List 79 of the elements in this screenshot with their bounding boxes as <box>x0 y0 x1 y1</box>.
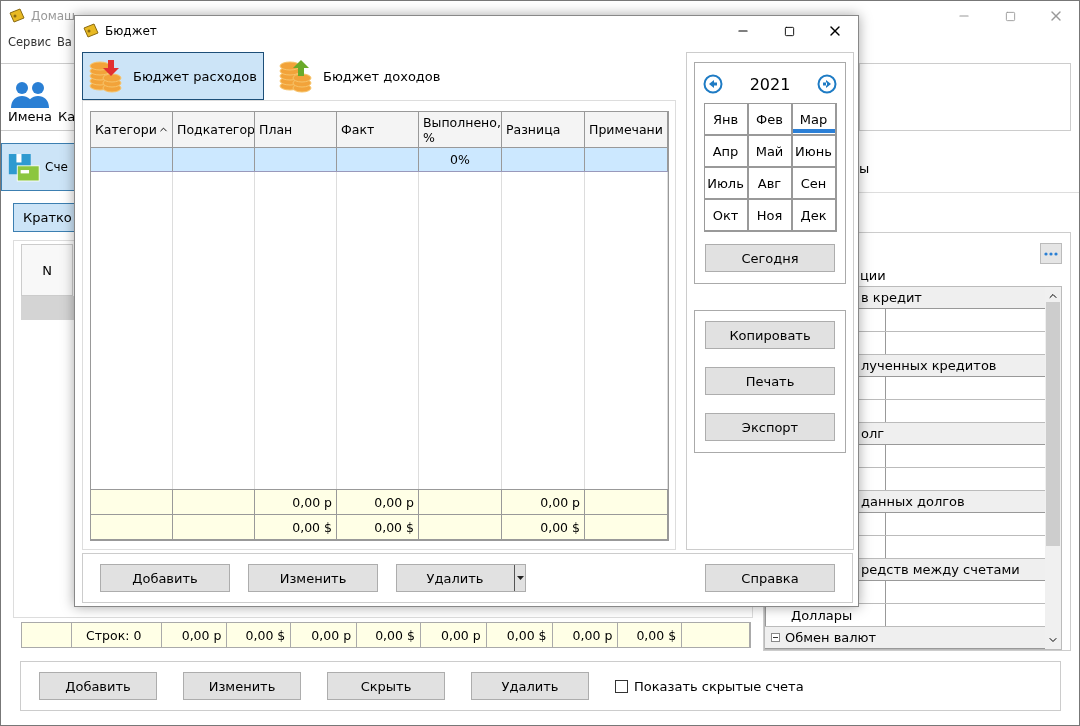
action-button[interactable]: Добавить <box>39 672 157 700</box>
caret-icon <box>516 576 524 580</box>
tree-group-label: данных долгов <box>861 494 965 509</box>
tree-group-label: Обмен валют <box>785 630 877 645</box>
today-button[interactable]: Сегодня <box>705 244 835 272</box>
dots-icon <box>1044 251 1058 256</box>
column-header[interactable]: Разница <box>502 112 585 147</box>
month-button[interactable]: Фев <box>748 104 793 136</box>
column-header[interactable]: Категори <box>91 112 173 147</box>
summary-cell: 0,00 $ <box>506 627 547 643</box>
month-button[interactable]: Июнь <box>792 136 837 168</box>
column-header[interactable]: Факт <box>337 112 419 147</box>
summary-cell: 0,00 р <box>181 627 222 643</box>
people-icon <box>11 81 49 109</box>
month-button[interactable]: Сен <box>792 168 837 200</box>
action-button[interactable]: Изменить <box>183 672 301 700</box>
total-cell: 0,00 р <box>374 494 414 510</box>
toolbar-label[interactable]: Имена <box>8 109 52 124</box>
month-button[interactable]: Май <box>748 136 793 168</box>
tree-group-label: в кредит <box>861 290 922 305</box>
year-label: 2021 <box>749 74 791 94</box>
total-cell: 0,00 р <box>292 494 332 510</box>
dialog-title: Бюджет <box>105 24 157 38</box>
menu-item[interactable]: Сервис <box>5 35 54 49</box>
month-button[interactable]: Мар <box>792 104 837 136</box>
collapse-icon[interactable] <box>771 633 780 642</box>
arrow-right-icon[interactable] <box>817 74 837 94</box>
table-cell: 0% <box>450 152 470 167</box>
month-button[interactable]: Авг <box>748 168 793 200</box>
app-icon <box>83 23 99 39</box>
menu-item[interactable]: Ва <box>54 35 75 49</box>
action-button[interactable]: Удалить <box>471 672 589 700</box>
budget-tab[interactable]: Бюджет расходов <box>82 52 264 100</box>
toolbar-label[interactable]: Ка <box>58 109 76 124</box>
more-button[interactable] <box>1040 243 1062 265</box>
arrow-left-icon[interactable] <box>703 74 723 94</box>
total-cell: 0,00 $ <box>374 519 414 535</box>
maximize-icon[interactable] <box>783 25 795 37</box>
month-button[interactable]: Апр <box>704 136 749 168</box>
show-hidden-checkbox[interactable]: Показать скрытые счета <box>615 678 804 694</box>
panel-label: ции <box>860 268 886 284</box>
summary-cell: 0,00 р <box>440 627 481 643</box>
total-cell: 0,00 $ <box>292 519 332 535</box>
column-header[interactable]: План <box>255 112 337 147</box>
tree-item-label: Доллары <box>791 607 853 623</box>
summary-cell: Строк: 0 <box>86 627 142 643</box>
column-header[interactable]: Выполнено, % <box>419 112 502 147</box>
action-button[interactable]: Изменить <box>248 564 378 592</box>
month-button[interactable]: Янв <box>704 104 749 136</box>
month-button[interactable]: Ноя <box>748 200 793 232</box>
tree-group-label: лученных кредитов <box>861 358 997 373</box>
month-button[interactable]: Окт <box>704 200 749 232</box>
month-button[interactable]: Июль <box>704 168 749 200</box>
action-button[interactable]: Добавить <box>100 564 230 592</box>
tree-group-label: редств между счетами <box>861 562 1020 577</box>
summary-cell: 0,00 р <box>572 627 613 643</box>
split-button[interactable]: Удалить <box>396 564 526 592</box>
scrollbar[interactable] <box>1045 287 1061 649</box>
total-cell: 0,00 р <box>540 494 580 510</box>
action-button[interactable]: Скрыть <box>327 672 445 700</box>
table-row[interactable]: 0% <box>91 148 668 172</box>
action-button[interactable]: Копировать <box>705 321 835 349</box>
summary-cell: 0,00 $ <box>245 627 286 643</box>
summary-cell: 0,00 р <box>311 627 352 643</box>
summary-cell: 0,00 $ <box>375 627 415 643</box>
wallet-card-icon <box>8 152 40 182</box>
tree-group-label: олг <box>861 426 885 441</box>
summary-cell: 0,00 $ <box>636 627 677 643</box>
tab-label: ы <box>859 161 870 177</box>
column-header[interactable]: Примечани <box>585 112 668 147</box>
month-button[interactable]: Дек <box>792 200 837 232</box>
help-button[interactable]: Справка <box>705 564 835 592</box>
app-icon <box>9 8 25 24</box>
window-title: Домаш <box>31 9 76 23</box>
column-header: N <box>21 244 73 296</box>
action-button[interactable]: Экспорт <box>705 413 835 441</box>
column-header[interactable]: Подкатегор <box>173 112 255 147</box>
action-button[interactable]: Печать <box>705 367 835 395</box>
total-cell: 0,00 $ <box>540 519 580 535</box>
